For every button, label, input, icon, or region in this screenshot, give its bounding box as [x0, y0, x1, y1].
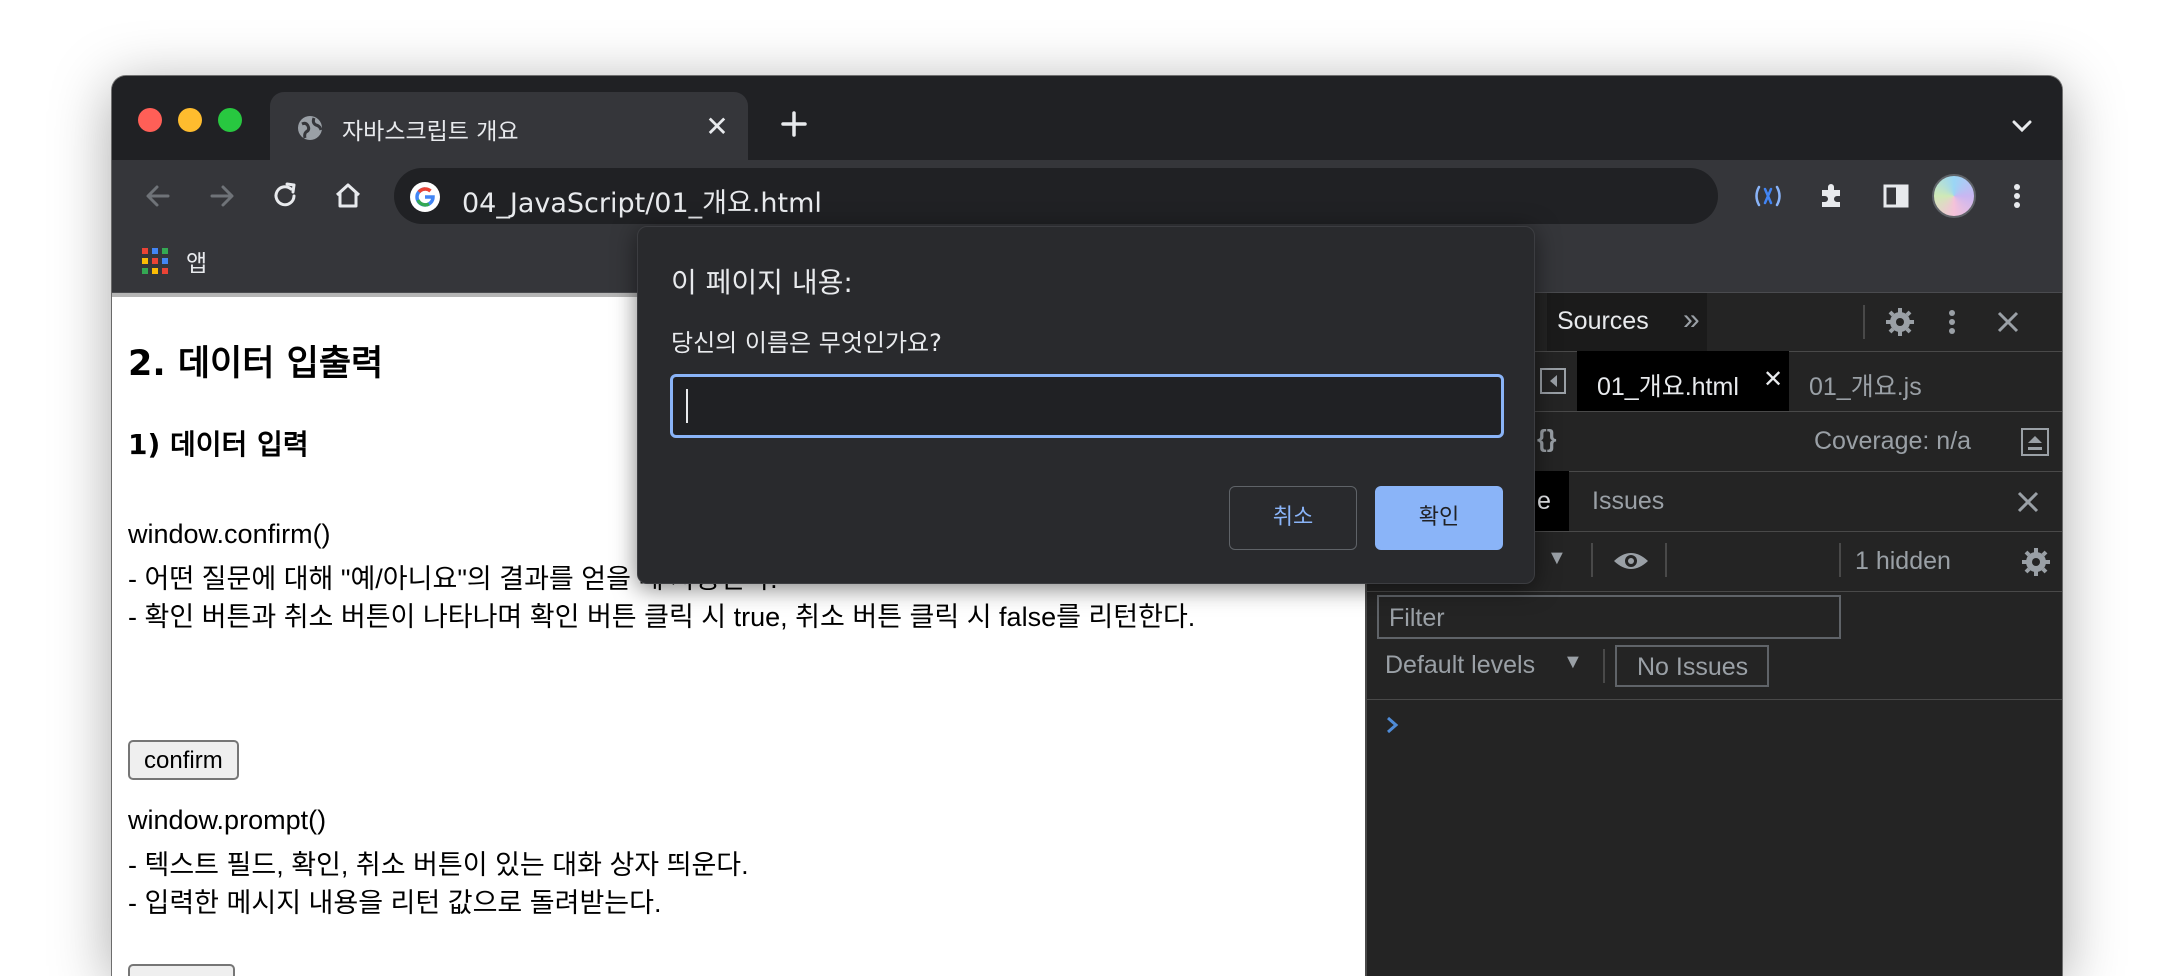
- extensions-puzzle-icon[interactable]: [1812, 176, 1852, 216]
- filter-input[interactable]: Filter: [1377, 595, 1841, 639]
- file-tab-active[interactable]: 01_개요.html ✕: [1577, 351, 1789, 411]
- prompt-dialog: 이 페이지 내용: 당신의 이름은 무엇인가요? 취소 확인: [637, 226, 1535, 584]
- profile-avatar[interactable]: [1932, 174, 1976, 218]
- no-issues-button[interactable]: No Issues: [1615, 645, 1769, 687]
- tab-active[interactable]: 자바스크립트 개요 ✕: [270, 92, 748, 160]
- address-bar[interactable]: 04_JavaScript/01_개요.html: [394, 168, 1718, 224]
- back-arrow-icon[interactable]: [138, 176, 178, 216]
- console-filter-bar: Filter Default levels ▼ No Issues: [1367, 591, 2062, 700]
- subsection-heading: 1) 데이터 입력: [128, 428, 309, 461]
- ok-button[interactable]: 확인: [1375, 486, 1503, 550]
- divider: [1591, 543, 1593, 577]
- google-g-icon: [410, 182, 440, 212]
- kebab-menu-icon[interactable]: [1937, 305, 1967, 339]
- tab-strip: 자바스크립트 개요 ✕: [112, 76, 2062, 160]
- toggle-navigator-icon[interactable]: [1539, 367, 1567, 395]
- cast-signal-icon[interactable]: [1748, 176, 1788, 216]
- file-tab-other[interactable]: 01_개요.js: [1809, 367, 1922, 403]
- close-drawer-icon[interactable]: [2013, 487, 2043, 517]
- prompt-description-2: - 입력한 메시지 내용을 리턴 값으로 돌려받는다.: [128, 888, 662, 918]
- tab-close-icon[interactable]: ✕: [700, 110, 734, 144]
- home-icon[interactable]: [328, 176, 368, 216]
- prompt-button[interactable]: prompt: [128, 964, 235, 976]
- filter-placeholder: Filter: [1389, 604, 1445, 632]
- confirm-description-2: - 확인 버튼과 취소 버튼이 나타나며 확인 버튼 클릭 시 true, 취소…: [128, 602, 1196, 632]
- tab-title: 자바스크립트 개요: [342, 119, 519, 145]
- divider: [1603, 649, 1605, 683]
- text-caret: [686, 389, 688, 423]
- minimize-window-button[interactable]: [178, 108, 202, 132]
- apps-bookmark-label[interactable]: 앱: [186, 244, 207, 278]
- more-menu-icon[interactable]: [1997, 176, 2037, 216]
- file-tab-close-icon[interactable]: ✕: [1763, 365, 1783, 394]
- side-panel-icon[interactable]: [1876, 176, 1916, 216]
- chevron-down-icon[interactable]: [2010, 114, 2034, 138]
- forward-arrow-icon[interactable]: [202, 176, 242, 216]
- dialog-message: 당신의 이름은 무엇인가요?: [671, 329, 942, 357]
- browser-toolbar: 04_JavaScript/01_개요.html: [112, 160, 2062, 232]
- new-tab-plus-icon[interactable]: [774, 104, 814, 144]
- caret-down-icon: ▼: [1563, 651, 1583, 673]
- close-window-button[interactable]: [138, 108, 162, 132]
- default-levels-dropdown[interactable]: Default levels: [1385, 651, 1535, 680]
- toggle-drawer-icon[interactable]: [2020, 427, 2050, 457]
- more-tabs-chevron-icon[interactable]: »: [1683, 303, 1700, 337]
- cancel-button[interactable]: 취소: [1229, 486, 1357, 550]
- console-prompt-chevron-icon[interactable]: [1383, 713, 1403, 737]
- section-heading: 2. 데이터 입출력: [128, 344, 384, 384]
- hidden-messages-count: 1 hidden: [1855, 547, 1951, 575]
- reload-icon[interactable]: [265, 176, 305, 216]
- live-expression-eye-icon[interactable]: [1611, 547, 1651, 575]
- prompt-title: window.prompt(): [128, 805, 327, 835]
- settings-gear-icon[interactable]: [1883, 305, 1917, 339]
- dialog-title: 이 페이지 내용:: [671, 266, 853, 299]
- maximize-window-button[interactable]: [218, 108, 242, 132]
- drawer-tab-issues[interactable]: Issues: [1592, 487, 1664, 516]
- address-text: 04_JavaScript/01_개요.html: [462, 188, 822, 219]
- no-issues-label: No Issues: [1637, 653, 1749, 681]
- divider: [1839, 543, 1841, 577]
- console-settings-gear-icon[interactable]: [2019, 545, 2053, 579]
- dialog-text-input[interactable]: [670, 374, 1504, 438]
- prompt-description-1: - 텍스트 필드, 확인, 취소 버튼이 있는 대화 상자 띄운다.: [128, 850, 749, 880]
- globe-icon: [298, 116, 323, 140]
- caret-down-icon: ▼: [1547, 547, 1567, 569]
- pretty-print-braces-icon[interactable]: {}: [1537, 425, 1556, 454]
- file-tab-active-label: 01_개요.html: [1597, 373, 1739, 401]
- coverage-status: Coverage: n/a: [1814, 427, 1972, 455]
- tab-sources-label: Sources: [1557, 307, 1649, 335]
- confirm-title: window.confirm(): [128, 519, 331, 549]
- divider: [1863, 305, 1865, 339]
- divider: [1665, 543, 1667, 577]
- confirm-button[interactable]: confirm: [128, 740, 239, 780]
- apps-grid-icon[interactable]: [142, 248, 168, 274]
- drawer-tab-console-label: e: [1537, 487, 1551, 515]
- close-devtools-icon[interactable]: [1993, 307, 2023, 337]
